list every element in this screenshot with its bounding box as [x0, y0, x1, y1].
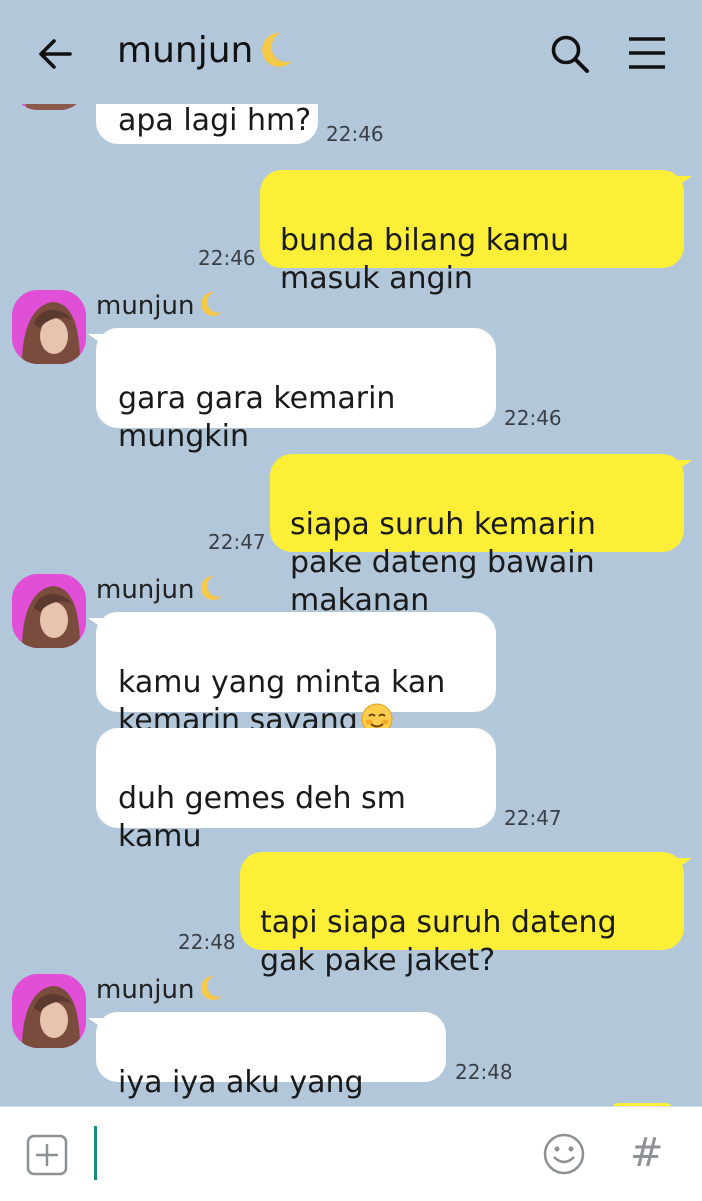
- avatar-photo: [12, 574, 86, 648]
- sender-name-text: munjun: [96, 291, 195, 321]
- chat-header: munjun: [0, 0, 702, 104]
- message-text: gara gara kemarin mungkin: [118, 381, 396, 454]
- message-time: 22:46: [326, 122, 384, 146]
- crescent-moon-icon: [262, 32, 293, 67]
- chat-title-text: munjun: [117, 30, 254, 71]
- search-icon[interactable]: [548, 32, 592, 76]
- avatar[interactable]: [12, 104, 86, 110]
- avatar[interactable]: [12, 974, 86, 1048]
- message-text: bunda bilang kamu masuk angin: [280, 223, 570, 296]
- avatar[interactable]: [12, 290, 86, 364]
- message-text: tapi siapa suruh dateng gak pake jaket?: [260, 905, 617, 978]
- incoming-message[interactable]: gara gara kemarin mungkin: [88, 328, 496, 454]
- avatar[interactable]: [12, 574, 86, 648]
- sender-name: munjun: [96, 974, 224, 1005]
- crescent-moon-icon: [201, 575, 223, 600]
- avatar-photo: [12, 104, 86, 110]
- sender-name-text: munjun: [96, 975, 195, 1005]
- crescent-moon-icon: [201, 291, 223, 316]
- message-time: 22:46: [198, 246, 256, 270]
- avatar-photo: [12, 974, 86, 1048]
- avatar-photo: [12, 290, 86, 364]
- hashtag-icon[interactable]: #: [630, 1130, 664, 1176]
- message-text: siapa suruh kemarin pake dateng bawain m…: [290, 507, 596, 618]
- message-time: 22:47: [208, 530, 266, 554]
- back-arrow-icon[interactable]: [36, 34, 76, 74]
- message-input-bar: [0, 1106, 702, 1201]
- outgoing-message[interactable]: tapi siapa suruh dateng gak pake jaket?: [240, 852, 692, 978]
- add-icon[interactable]: [26, 1134, 68, 1176]
- message-text: duh gemes deh sm kamu: [118, 781, 406, 854]
- message-input[interactable]: [94, 1126, 97, 1180]
- message-time: 22:48: [455, 1060, 513, 1084]
- outgoing-message[interactable]: bunda bilang kamu masuk angin: [260, 170, 692, 296]
- message-time: 22:48: [178, 930, 236, 954]
- sender-name: munjun: [96, 290, 224, 321]
- page-title: munjun: [117, 30, 295, 71]
- incoming-message[interactable]: kamu yang minta kan kemarin sayang: [88, 612, 496, 738]
- outgoing-message[interactable]: siapa suruh kemarin pake dateng bawain m…: [270, 454, 692, 618]
- message-text: iya iya aku yang salah: [118, 1065, 364, 1106]
- message-text: apa lagi hm?: [118, 104, 312, 138]
- crescent-moon-icon: [201, 975, 223, 1000]
- incoming-message[interactable]: iya iya aku yang salah: [88, 1012, 446, 1106]
- sender-name: munjun: [96, 574, 224, 605]
- message-time: 22:47: [504, 806, 562, 830]
- incoming-message[interactable]: duh gemes deh sm kamu: [96, 728, 496, 854]
- menu-icon[interactable]: [626, 34, 668, 72]
- message-time: 22:46: [504, 406, 562, 430]
- sender-name-text: munjun: [96, 575, 195, 605]
- incoming-message[interactable]: apa lagi hm?: [96, 104, 318, 144]
- emoji-icon[interactable]: [542, 1132, 586, 1176]
- message-list[interactable]: apa lagi hm? 22:46 bunda bilang kamu mas…: [0, 104, 702, 1106]
